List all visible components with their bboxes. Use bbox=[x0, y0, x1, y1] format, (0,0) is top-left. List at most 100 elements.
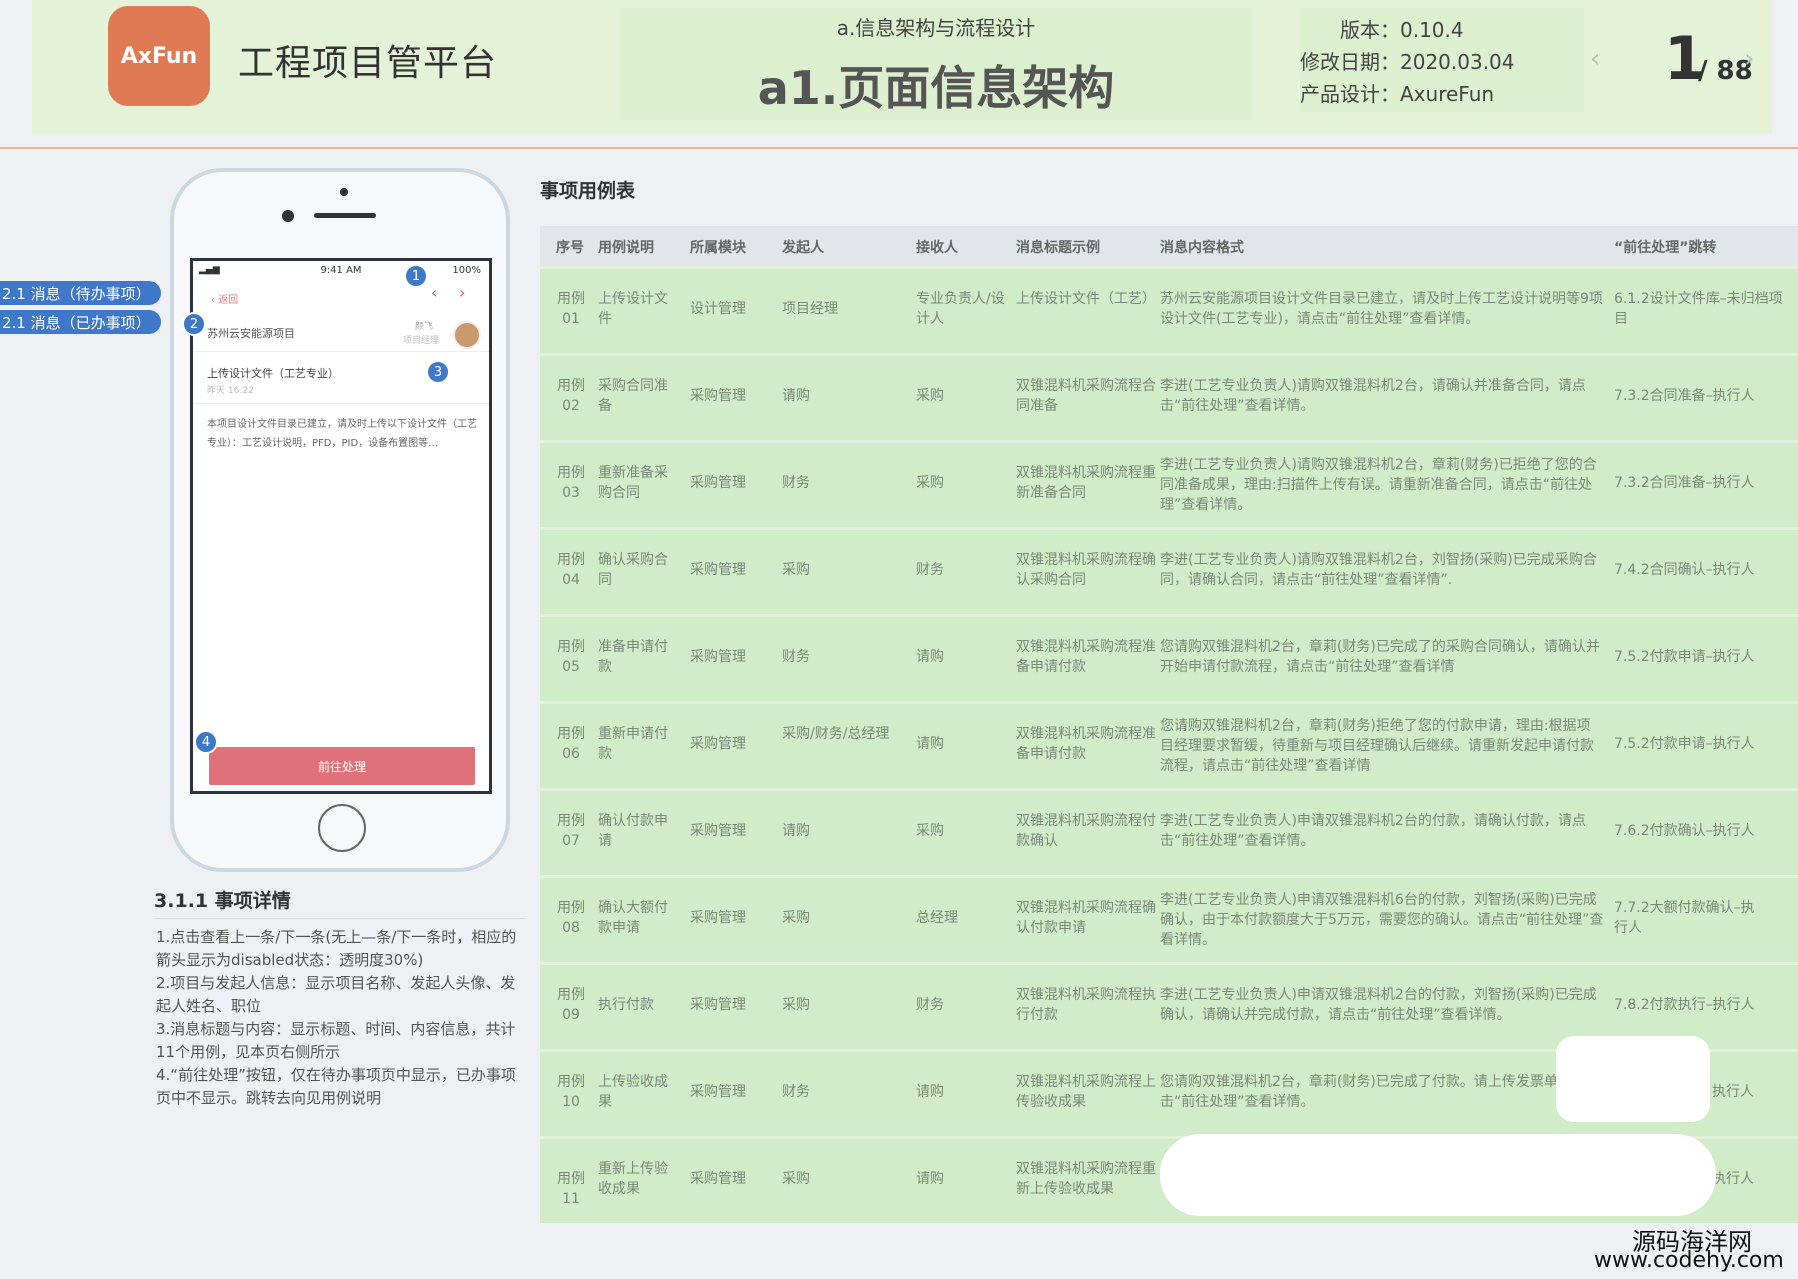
cell-id: 用例 06 bbox=[557, 726, 585, 762]
cell-receiver: 采购 bbox=[916, 388, 944, 404]
prev-page-icon[interactable]: ‹ bbox=[1590, 44, 1600, 74]
table-title: 事项用例表 bbox=[540, 180, 636, 202]
cell-link: 7.7.2大额付款确认–执行人 bbox=[1614, 900, 1755, 936]
cell-name: 采购合同准备 bbox=[598, 378, 668, 414]
cell-link: 执行人 bbox=[1712, 1084, 1754, 1100]
cell-id: 用例 09 bbox=[557, 987, 585, 1023]
cell-subject: 双锥混料机采购流程准备申请付款 bbox=[1016, 726, 1156, 762]
note-item: 1.点击查看上一条/下一条(无上—条/下一条时，相应的箭头显示为disabled… bbox=[156, 928, 517, 969]
cell-module: 采购管理 bbox=[690, 1084, 746, 1100]
marker-4: 4 bbox=[194, 730, 218, 754]
cell-id: 用例 08 bbox=[557, 900, 585, 936]
cell-name: 准备申请付款 bbox=[598, 639, 668, 675]
cell-body: 您请购双锥混料机2台，章莉(财务)已完成了的采购合同确认，请确认并开始申请付款流… bbox=[1160, 639, 1600, 675]
col-header-module: 所属模块 bbox=[690, 240, 746, 256]
cell-body: 苏州云安能源项目设计文件目录已建立，请及时上传工艺设计说明等9项设计文件(工艺专… bbox=[1160, 291, 1603, 327]
cell-body: 李进(工艺专业负责人)申请双锥混料机2台的付款，刘智扬(采购)已完成确认，请确认… bbox=[1160, 987, 1597, 1023]
cell-link: 7.3.2合同准备–执行人 bbox=[1614, 475, 1755, 491]
cell-receiver: 请购 bbox=[916, 1084, 944, 1100]
cell-name: 重新准备采购合同 bbox=[598, 465, 668, 501]
cell-initiator: 采购 bbox=[782, 997, 810, 1013]
tab-done-messages[interactable]: 2.1 消息（已办事项） bbox=[0, 310, 161, 334]
tab-pending-messages[interactable]: 2.1 消息（待办事项） bbox=[0, 281, 161, 305]
modified-date: 修改日期：2020.03.04 bbox=[1300, 50, 1515, 74]
table-row: 用例 03 重新准备采购合同 采购管理 财务 采购 双锥混料机采购流程重新准备合… bbox=[540, 440, 1798, 527]
table-row: 用例 04 确认采购合同 采购管理 采购 财务 双锥混料机采购流程确认采购合同 … bbox=[540, 527, 1798, 614]
cell-receiver: 专业负责人/设计人 bbox=[916, 291, 1005, 327]
cell-link: 7.5.2付款申请–执行人 bbox=[1614, 649, 1755, 665]
note-item: 2.项目与发起人信息：显示项目名称、发起人头像、发起人姓名、职位 bbox=[156, 974, 516, 1015]
next-page-icon[interactable]: › bbox=[1744, 44, 1754, 74]
table-row: 用例 08 确认大额付款申请 采购管理 采购 总经理 双锥混料机采购流程确认付款… bbox=[540, 875, 1798, 962]
notes-title: 3.1.1 事项详情 bbox=[154, 890, 291, 912]
cell-initiator: 项目经理 bbox=[782, 301, 838, 317]
cell-id: 用例 03 bbox=[557, 465, 585, 501]
message-title: 上传设计文件（工艺专业） bbox=[207, 367, 339, 380]
cell-module: 采购管理 bbox=[690, 910, 746, 926]
col-header-name: 用例说明 bbox=[598, 240, 654, 256]
cell-link: 7.8.2付款执行–执行人 bbox=[1614, 997, 1755, 1013]
cell-name: 重新上传验收成果 bbox=[598, 1161, 668, 1197]
status-bar: ▂▄▆ 9:41 AM 100% bbox=[193, 265, 489, 279]
cell-initiator: 采购/财务/总经理 bbox=[782, 726, 890, 742]
cell-initiator: 财务 bbox=[782, 1084, 810, 1100]
cell-initiator: 采购 bbox=[782, 1171, 810, 1187]
message-divider bbox=[193, 403, 489, 404]
cell-body: 李进(工艺专业负责人)请购双锥混料机2台，章莉(财务)已拒绝了您的合同准备成果，… bbox=[1160, 457, 1597, 513]
cell-module: 采购管理 bbox=[690, 823, 746, 839]
cell-body: 李进(工艺专业负责人)请购双锥混料机2台，刘智扬(采购)已完成采购合同，请确认合… bbox=[1160, 552, 1597, 588]
cell-receiver: 请购 bbox=[916, 1171, 944, 1187]
page-title: a1.页面信息架构 bbox=[757, 61, 1115, 115]
cell-initiator: 请购 bbox=[782, 388, 810, 404]
table-row: 用例 02 采购合同准备 采购管理 请购 采购 双锥混料机采购流程合同准备 李进… bbox=[540, 353, 1798, 440]
cell-module: 采购管理 bbox=[690, 388, 746, 404]
go-process-button[interactable]: 前往处理 bbox=[209, 747, 475, 785]
cell-module: 采购管理 bbox=[690, 562, 746, 578]
cell-module: 采购管理 bbox=[690, 736, 746, 752]
cell-initiator: 财务 bbox=[782, 649, 810, 665]
marker-1: 1 bbox=[404, 264, 428, 288]
section-title: a.信息架构与流程设计 bbox=[836, 16, 1036, 40]
version-text: 版本：0.10.4 bbox=[1340, 18, 1464, 42]
cell-receiver: 总经理 bbox=[916, 910, 958, 926]
cell-id: 用例 10 bbox=[557, 1074, 585, 1110]
cell-link: 7.3.2合同准备–执行人 bbox=[1614, 388, 1755, 404]
cell-link: 7.6.2付款确认–执行人 bbox=[1614, 823, 1755, 839]
cell-initiator: 采购 bbox=[782, 562, 810, 578]
cell-receiver: 采购 bbox=[916, 475, 944, 491]
cell-subject: 双锥混料机采购流程准备申请付款 bbox=[1016, 639, 1156, 675]
cell-name: 确认付款申请 bbox=[598, 813, 668, 849]
phone-screen: ▂▄▆ 9:41 AM 100% ‹ 返回 ‹ › 苏州云安能源项目 颜飞 项目… bbox=[190, 258, 492, 794]
title-block: a.信息架构与流程设计 a1.页面信息架构 bbox=[620, 8, 1252, 120]
cell-id: 用例 05 bbox=[557, 639, 585, 675]
avatar bbox=[453, 321, 481, 349]
cell-initiator: 请购 bbox=[782, 823, 810, 839]
cell-name: 确认大额付款申请 bbox=[598, 900, 668, 936]
home-button[interactable] bbox=[318, 804, 366, 852]
col-header-id: 序号 bbox=[556, 240, 584, 256]
cell-subject: 双锥混料机采购流程合同准备 bbox=[1016, 378, 1156, 414]
cell-subject: 双锥混料机采购流程执行付款 bbox=[1016, 987, 1156, 1023]
cell-body: 您请购双锥混料机2台，章莉(财务)已完成了付款。请上传发票单,请点击“前往处理”… bbox=[1160, 1074, 1591, 1110]
cell-module: 采购管理 bbox=[690, 997, 746, 1013]
cell-subject: 双锥混料机采购流程确认付款申请 bbox=[1016, 900, 1156, 936]
table-row: 用例 07 确认付款申请 采购管理 请购 采购 双锥混料机采购流程付款确认 李进… bbox=[540, 788, 1798, 875]
cell-id: 用例 02 bbox=[557, 378, 585, 414]
camera-icon bbox=[282, 210, 294, 222]
back-link[interactable]: ‹ 返回 bbox=[211, 291, 238, 306]
cell-name: 上传验收成果 bbox=[598, 1074, 668, 1110]
sensor-dot bbox=[340, 188, 348, 196]
cell-receiver: 请购 bbox=[916, 736, 944, 752]
cell-subject: 上传设计文件（工艺） bbox=[1016, 291, 1156, 307]
cell-module: 设计管理 bbox=[690, 301, 746, 317]
cell-module: 采购管理 bbox=[690, 1171, 746, 1187]
prev-message-icon[interactable]: ‹ bbox=[431, 283, 437, 302]
cell-id: 用例 07 bbox=[557, 813, 585, 849]
cell-name: 执行付款 bbox=[598, 997, 654, 1013]
col-header-initiator: 发起人 bbox=[782, 240, 824, 256]
col-header-receiver: 接收人 bbox=[916, 240, 958, 256]
next-message-icon[interactable]: › bbox=[459, 283, 465, 302]
table-row: 用例 01 上传设计文件 设计管理 项目经理 专业负责人/设计人 上传设计文件（… bbox=[540, 266, 1798, 353]
cell-body: 李进(工艺专业负责人)申请双锥混料机2台的付款，请确认付款，请点击“前往处理”查… bbox=[1160, 813, 1586, 849]
notes-divider bbox=[154, 918, 526, 919]
